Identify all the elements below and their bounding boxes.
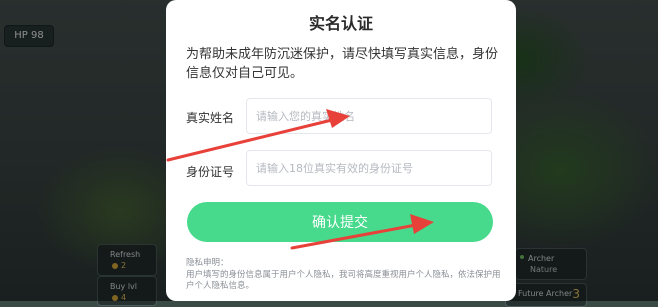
privacy-text: 用户填写的身份信息属于用户个人隐私，我司将高度重视用户个人隐私，依法保护用户个人… [186, 269, 501, 292]
privacy-statement: 隐私申明： 用户填写的身份信息属于用户个人隐私，我司将高度重视用户个人隐私，依法… [186, 258, 506, 293]
real-name-verification-dialog: 实名认证 为帮助未成年防沉迷保护，请尽快填写真实信息，身份信息仅对自己可见。 真… [166, 0, 516, 301]
dialog-title: 实名认证 [308, 14, 373, 33]
real-name-input[interactable] [246, 98, 492, 134]
id-number-label: 身份证号 [186, 165, 235, 179]
real-name-label: 真实姓名 [186, 111, 235, 125]
privacy-heading: 隐私申明： [186, 258, 229, 268]
submit-button[interactable]: 确认提交 [187, 202, 493, 242]
id-number-input[interactable] [246, 150, 492, 186]
dialog-description: 为帮助未成年防沉迷保护，请尽快填写真实信息，身份信息仅对自己可见。 [186, 47, 499, 81]
